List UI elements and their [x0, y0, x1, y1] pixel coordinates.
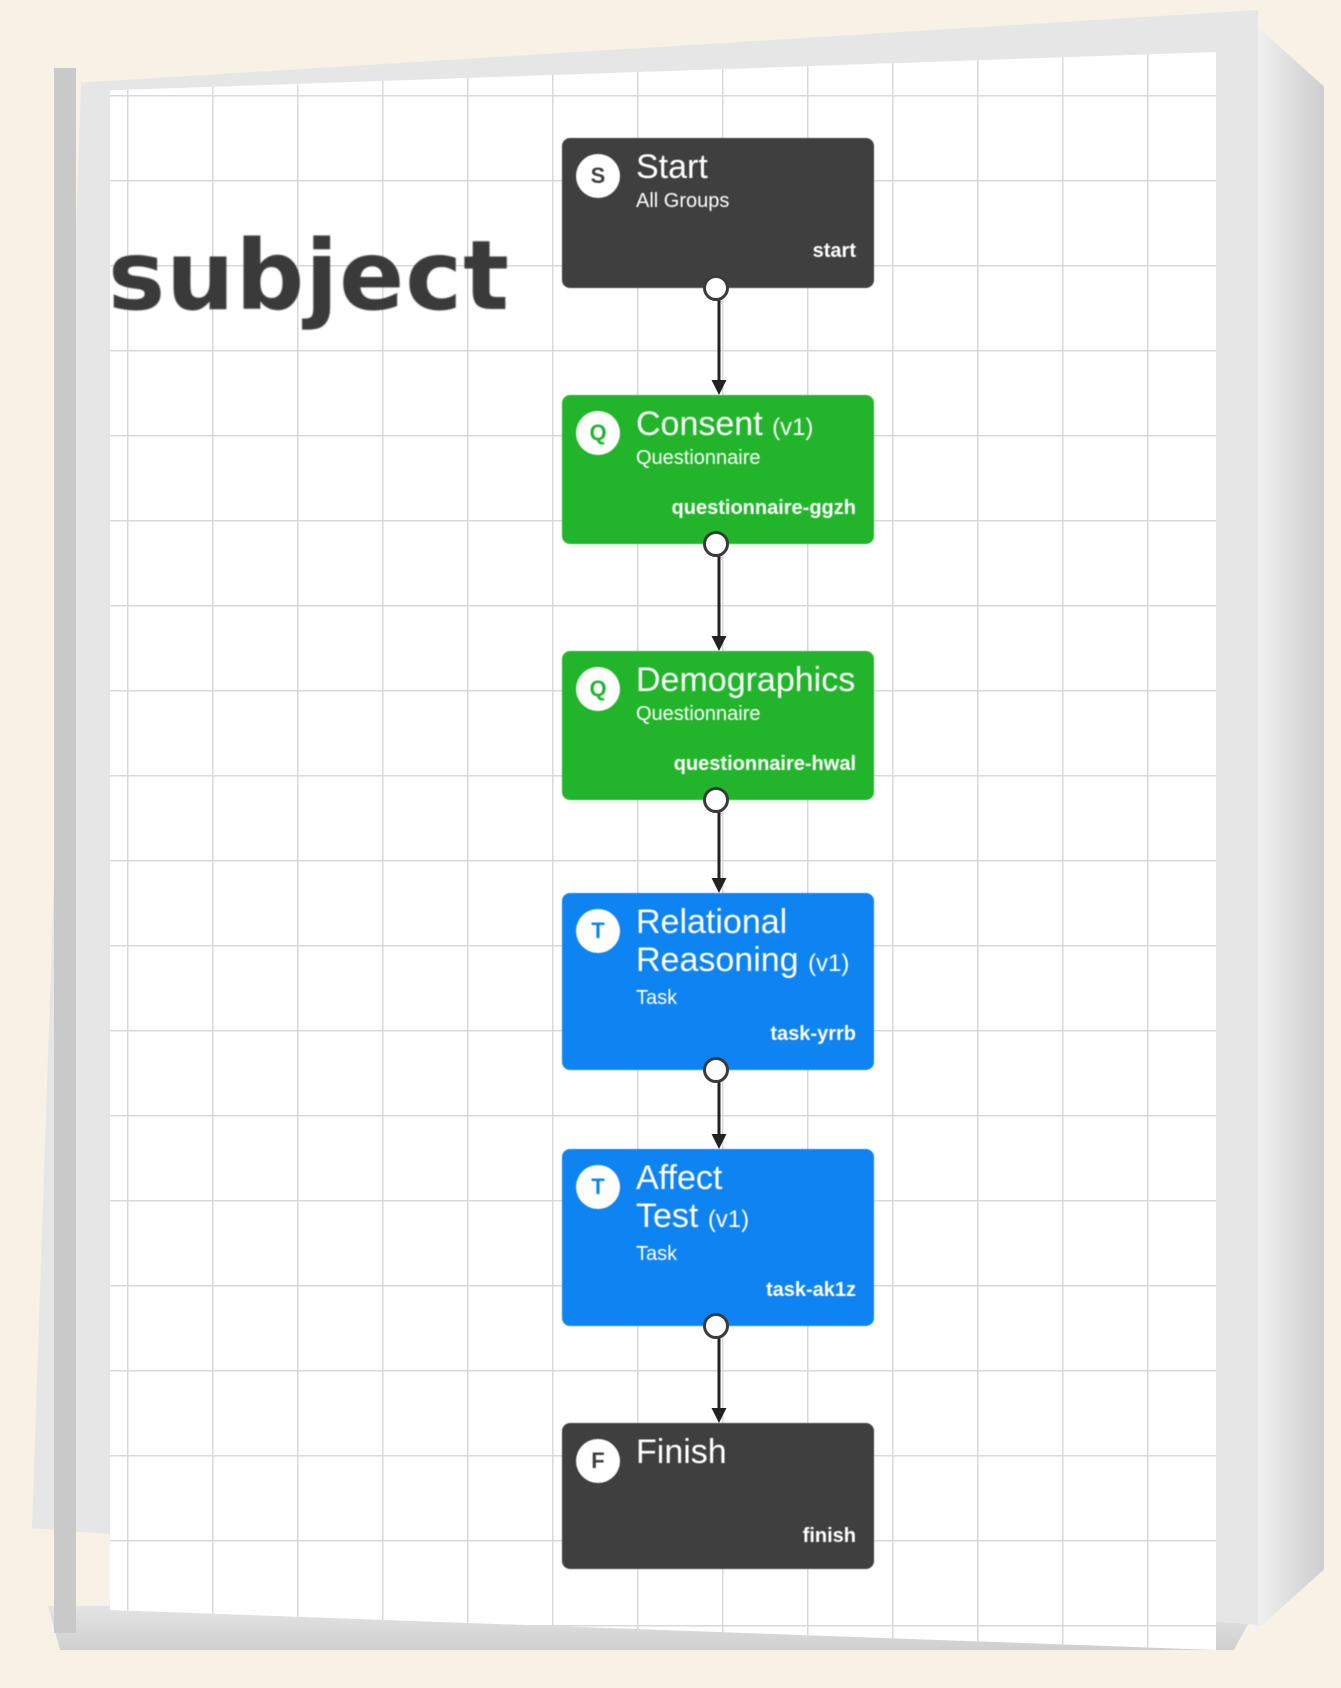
questionnaire-icon: Q [576, 411, 620, 455]
node-subtitle: Task [636, 987, 678, 1009]
start-icon: S [576, 154, 620, 198]
node-finish[interactable]: F Finish finish [562, 1423, 874, 1569]
output-port[interactable] [703, 1057, 729, 1083]
node-title: Consent (v1) [636, 405, 814, 443]
node-title: Demographics [636, 661, 856, 699]
node-subtitle: Questionnaire [636, 447, 761, 469]
output-port[interactable] [703, 787, 729, 813]
node-title: Relational Reasoning (v1) [636, 903, 850, 979]
node-subtitle: Task [636, 1243, 678, 1265]
output-port[interactable] [703, 275, 729, 301]
node-relational-reasoning[interactable]: T Relational Reasoning (v1) Task task-yr… [562, 893, 874, 1070]
node-affect-test[interactable]: T Affect Test (v1) Task task-ak1z [562, 1149, 874, 1326]
node-demographics[interactable]: Q Demographics Questionnaire questionnai… [562, 651, 874, 800]
node-id: start [812, 240, 856, 262]
node-id: questionnaire-ggzh [671, 497, 856, 519]
node-title: Affect Test (v1) [636, 1159, 750, 1235]
node-id: task-yrrb [770, 1023, 856, 1045]
node-subtitle: All Groups [636, 190, 730, 212]
node-title: Start [636, 148, 708, 186]
task-icon: T [576, 909, 620, 953]
node-id: questionnaire-hwal [673, 753, 856, 775]
node-subtitle: Questionnaire [636, 703, 761, 725]
finish-icon: F [576, 1439, 620, 1483]
node-consent[interactable]: Q Consent (v1) Questionnaire questionnai… [562, 395, 874, 544]
node-title: Finish [636, 1433, 727, 1471]
node-id: finish [802, 1525, 856, 1547]
output-port[interactable] [703, 1313, 729, 1339]
task-icon: T [576, 1165, 620, 1209]
node-id: task-ak1z [765, 1279, 856, 1301]
questionnaire-icon: Q [576, 667, 620, 711]
output-port[interactable] [703, 531, 729, 557]
node-start[interactable]: S Start All Groups start [562, 138, 874, 288]
